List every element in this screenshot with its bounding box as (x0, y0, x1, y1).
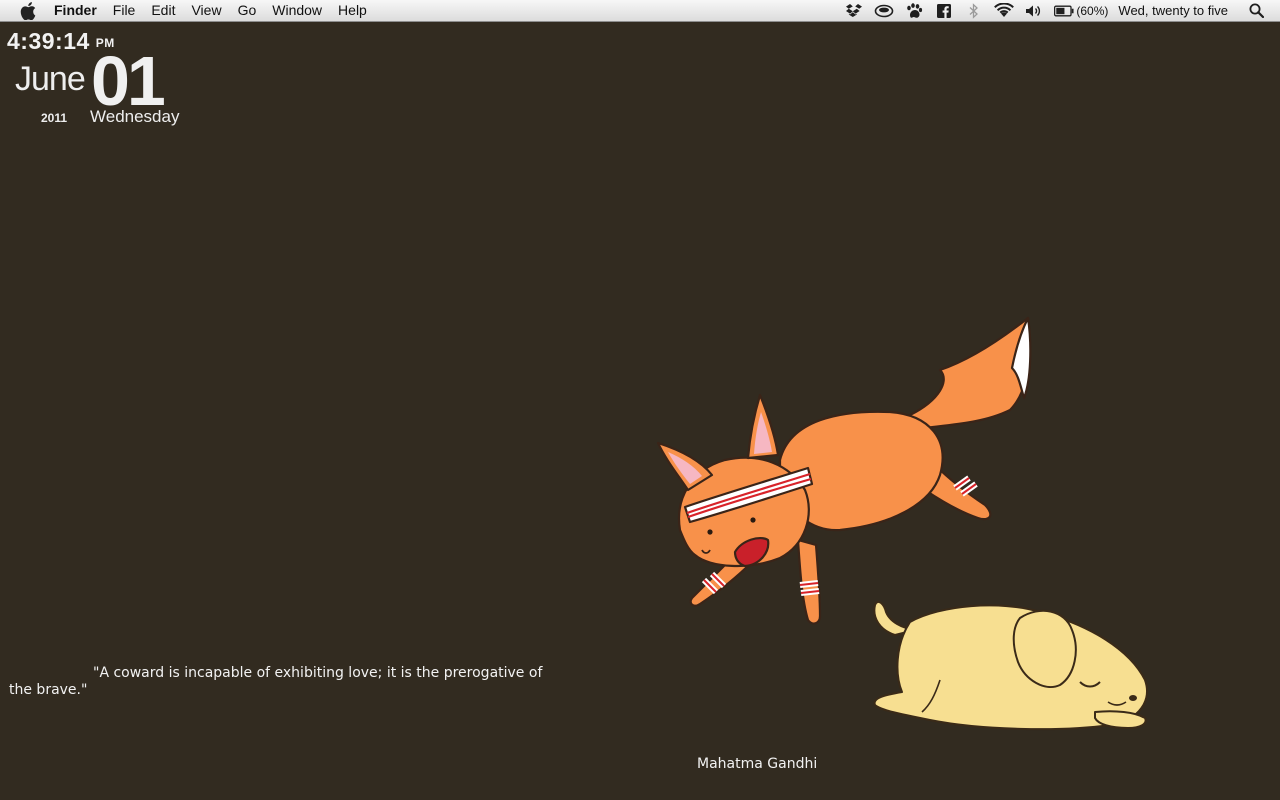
menu-finder[interactable]: Finder (52, 0, 105, 21)
paw-icon[interactable] (904, 1, 924, 21)
menu-bar-clock[interactable]: Wed, twenty to five (1118, 3, 1228, 18)
menu-view[interactable]: View (183, 0, 229, 21)
dog-illustration (873, 601, 1148, 731)
widget-weekday: Wednesday (90, 107, 180, 126)
menu-bar: Finder File Edit View Go Window Help (60… (0, 0, 1280, 22)
menu-help[interactable]: Help (330, 0, 375, 21)
menu-window[interactable]: Window (264, 0, 330, 21)
widget-month: June (15, 60, 86, 98)
widget-time-value: 4:39:14 (7, 28, 90, 54)
fox-illustration (656, 316, 1032, 625)
menu-bar-extras: (60%) Wed, twenty to five (839, 0, 1280, 21)
menu-file[interactable]: File (105, 0, 144, 21)
battery-icon[interactable] (1054, 1, 1074, 21)
battery-percent[interactable]: (60%) (1076, 4, 1108, 18)
facebook-icon[interactable] (934, 1, 954, 21)
spotlight-search-icon[interactable] (1246, 1, 1266, 21)
quote-text: "A coward is incapable of exhibiting lov… (9, 665, 543, 698)
volume-icon[interactable] (1024, 1, 1044, 21)
menu-go[interactable]: Go (230, 0, 265, 21)
apple-menu-icon[interactable] (18, 1, 38, 21)
dropbox-icon[interactable] (844, 1, 864, 21)
menu-edit[interactable]: Edit (143, 0, 183, 21)
wallpaper-illustration (656, 316, 1148, 731)
widget-year: 2011 (41, 111, 68, 125)
quote-author: Mahatma Gandhi (697, 756, 818, 772)
bluetooth-icon[interactable] (964, 1, 984, 21)
cloud-app-icon[interactable] (874, 1, 894, 21)
wifi-icon[interactable] (994, 1, 1015, 21)
menu-bar-left: Finder File Edit View Go Window Help (0, 0, 375, 21)
